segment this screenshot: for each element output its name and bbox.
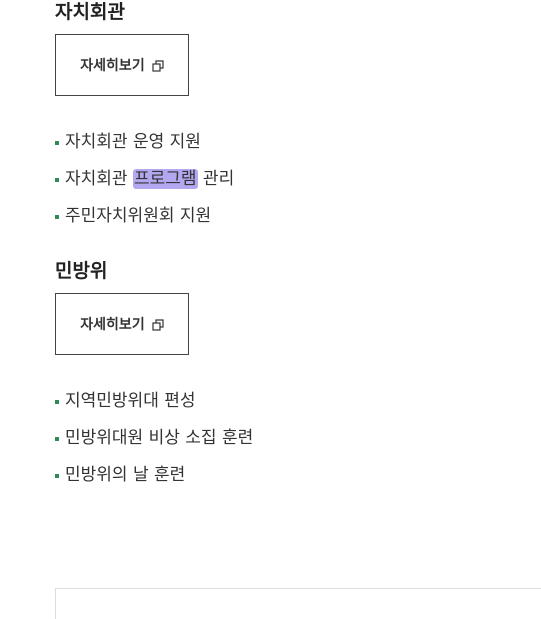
list-item: 자치회관 프로그램 관리	[55, 168, 234, 205]
section-title: 민방위	[55, 260, 108, 282]
section-civil-defense: 민방위 자세히보기 지역민방위대 편성 민방위대원 비상 소집 훈련 민방위의 …	[55, 259, 253, 485]
list-item: 민방위의 날 훈련	[55, 464, 253, 501]
next-content-frame	[55, 588, 541, 619]
new-window-icon	[152, 60, 164, 72]
list-item: 지역민방위대 편성	[55, 390, 253, 427]
more-details-label: 자세히보기	[80, 317, 145, 333]
section-title: 자치회관	[55, 1, 125, 23]
square-bullet-icon	[55, 178, 59, 182]
section-community-center: 자치회관 자세히보기 자치회관 운영 지원 자치회관 프로그램 관리 주민자치위…	[55, 0, 234, 226]
more-details-label: 자세히보기	[80, 58, 145, 74]
list-item: 자치회관 운영 지원	[55, 131, 234, 168]
more-details-button[interactable]: 자세히보기	[55, 293, 189, 355]
highlighted-text: 프로그램	[132, 169, 198, 189]
square-bullet-icon	[55, 474, 59, 478]
square-bullet-icon	[55, 215, 59, 219]
square-bullet-icon	[55, 437, 59, 441]
list-item: 주민자치위원회 지원	[55, 205, 234, 242]
more-details-button[interactable]: 자세히보기	[55, 34, 189, 96]
new-window-icon	[152, 319, 164, 331]
civil-defense-task-list: 지역민방위대 편성 민방위대원 비상 소집 훈련 민방위의 날 훈련	[55, 390, 253, 501]
square-bullet-icon	[55, 141, 59, 145]
community-center-task-list: 자치회관 운영 지원 자치회관 프로그램 관리 주민자치위원회 지원	[55, 131, 234, 242]
square-bullet-icon	[55, 400, 59, 404]
list-item: 민방위대원 비상 소집 훈련	[55, 427, 253, 464]
